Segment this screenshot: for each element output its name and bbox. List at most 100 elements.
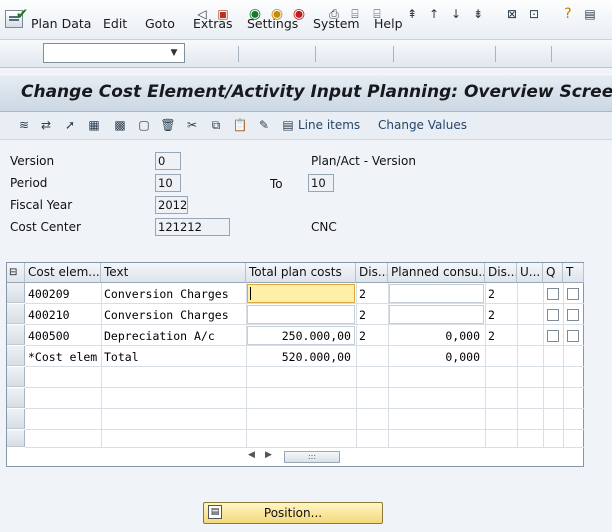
text-cell: Conversion Charges	[104, 287, 229, 301]
column-header-dis-2[interactable]: Dis...	[485, 263, 517, 283]
column-header-planned-consumption[interactable]: Planned consu...	[388, 263, 485, 283]
paste-icon[interactable]: 📋	[231, 116, 249, 134]
planned-consumption-input[interactable]	[389, 284, 484, 303]
save-icon[interactable]: ▣	[214, 5, 232, 23]
scroll-right-icon[interactable]: ▶	[265, 450, 272, 460]
version-label: Version	[10, 154, 55, 168]
grid-line	[563, 283, 564, 447]
line-items-icon[interactable]: ▤	[279, 116, 297, 134]
fiscal-year-field[interactable]: 2012	[155, 196, 188, 214]
shortcut-icon[interactable]: ⊡	[525, 5, 543, 23]
enter-check-icon[interactable]: ✔	[13, 5, 31, 23]
help-icon[interactable]: ?	[559, 5, 577, 23]
cost-center-field[interactable]: 121212	[155, 218, 230, 236]
column-header-t[interactable]: T	[563, 263, 584, 283]
column-header-dis-1[interactable]: Dis...	[356, 263, 388, 283]
toolbar-separator	[315, 46, 316, 62]
cost-element-cell: 400209	[28, 287, 70, 301]
menu-goto[interactable]: Goto	[145, 16, 175, 31]
version-field[interactable]: 0	[155, 152, 181, 170]
q-checkbox[interactable]	[547, 288, 559, 300]
cut-icon[interactable]: ✂	[183, 116, 201, 134]
row-selector[interactable]	[7, 430, 25, 447]
grid-line	[485, 283, 486, 447]
first-page-icon[interactable]: ⇞	[403, 5, 421, 23]
planned-consumption-value: 0,000	[445, 329, 480, 343]
other-planning-icon[interactable]: ≋	[15, 116, 33, 134]
dis-cell[interactable]: 2	[359, 287, 366, 301]
total-plan-costs-value: 250.000,00	[281, 329, 351, 343]
row-selector[interactable]	[7, 409, 25, 429]
layout-menu-icon[interactable]: ▤	[581, 5, 599, 23]
t-checkbox[interactable]	[567, 288, 579, 300]
new-session-icon[interactable]: ⊠	[503, 5, 521, 23]
horizontal-scrollbar[interactable]: ◀ ▶ :::	[246, 450, 576, 464]
previous-page-icon[interactable]: ↑	[425, 5, 443, 23]
position-icon: ▤	[208, 505, 222, 519]
column-header-q[interactable]: Q	[543, 263, 563, 283]
fiscal-year-label: Fiscal Year	[10, 198, 73, 212]
period-from-field[interactable]: 10	[155, 174, 181, 192]
cost-element-switch-icon[interactable]: ⇄	[37, 116, 55, 134]
row-selector[interactable]	[7, 388, 25, 408]
copy-icon[interactable]: ⧉	[207, 116, 225, 134]
total-plan-costs-input[interactable]	[247, 305, 355, 324]
column-header-text[interactable]: Text	[101, 263, 246, 283]
change-values-button[interactable]: Change Values	[378, 118, 467, 132]
command-dropdown-icon[interactable]: ▼	[165, 44, 183, 62]
planned-consumption-input[interactable]	[389, 305, 484, 324]
back-arrow-icon[interactable]: ◁	[193, 5, 211, 23]
table-settings-icon[interactable]: ⊟	[7, 263, 25, 283]
column-header-unit[interactable]: U...	[517, 263, 543, 283]
dis-cell[interactable]: 2	[359, 329, 366, 343]
t-checkbox[interactable]	[567, 309, 579, 321]
q-checkbox[interactable]	[547, 330, 559, 342]
position-button[interactable]: ▤ Position...	[203, 502, 383, 524]
menu-edit[interactable]: Edit	[103, 16, 127, 31]
dis-cell[interactable]: 2	[488, 287, 495, 301]
grid-line	[25, 387, 584, 388]
find-icon[interactable]: ⌸	[346, 5, 364, 23]
t-checkbox[interactable]	[567, 330, 579, 342]
cost-element-cell: 400500	[28, 329, 70, 343]
delete-icon[interactable]: 🗑	[159, 116, 177, 134]
command-field[interactable]	[43, 43, 185, 63]
grid-line	[543, 283, 544, 447]
find-next-icon[interactable]: ⌸	[368, 5, 386, 23]
cost-element-cell: 400210	[28, 308, 70, 322]
toolbar-separator	[551, 46, 552, 62]
scroll-thumb[interactable]: :::	[284, 451, 340, 463]
dis-cell[interactable]: 2	[488, 329, 495, 343]
print-icon[interactable]: ⎙	[325, 5, 343, 23]
grid-line	[25, 408, 584, 409]
toolbar-separator	[495, 46, 496, 62]
menu-plan-data[interactable]: Plan Data	[31, 16, 91, 31]
column-header-total-plan-costs[interactable]: Total plan costs	[246, 263, 356, 283]
q-checkbox[interactable]	[547, 309, 559, 321]
scroll-left-icon[interactable]: ◀	[248, 450, 255, 460]
row-selector[interactable]	[7, 367, 25, 387]
dis-cell[interactable]: 2	[488, 308, 495, 322]
deselect-all-icon[interactable]: ▢	[135, 116, 153, 134]
text-cell: Conversion Charges	[104, 308, 229, 322]
cancel-icon[interactable]: ◉	[290, 5, 308, 23]
select-icon[interactable]: ➚	[61, 116, 79, 134]
dis-cell[interactable]: 2	[359, 308, 366, 322]
planned-consumption-value: 0,000	[445, 350, 480, 364]
row-selector[interactable]	[7, 283, 25, 303]
line-items-button[interactable]: Line items	[298, 118, 360, 132]
cost-element-cell: *Cost elem	[28, 350, 98, 364]
select-all-icon[interactable]: ▦	[85, 116, 103, 134]
back-icon[interactable]: ◉	[246, 5, 264, 23]
row-selector[interactable]	[7, 346, 25, 366]
next-page-icon[interactable]: ↓	[447, 5, 465, 23]
period-to-field[interactable]: 10	[308, 174, 334, 192]
last-page-icon[interactable]: ⇟	[469, 5, 487, 23]
select-block-icon[interactable]: ▩	[111, 116, 129, 134]
exit-icon[interactable]: ◉	[268, 5, 286, 23]
row-selector[interactable]	[7, 325, 25, 345]
total-plan-costs-input[interactable]	[247, 284, 355, 303]
row-selector[interactable]	[7, 304, 25, 324]
column-header-cost-element[interactable]: Cost elem...	[25, 263, 101, 283]
edit-icon[interactable]: ✎	[255, 116, 273, 134]
